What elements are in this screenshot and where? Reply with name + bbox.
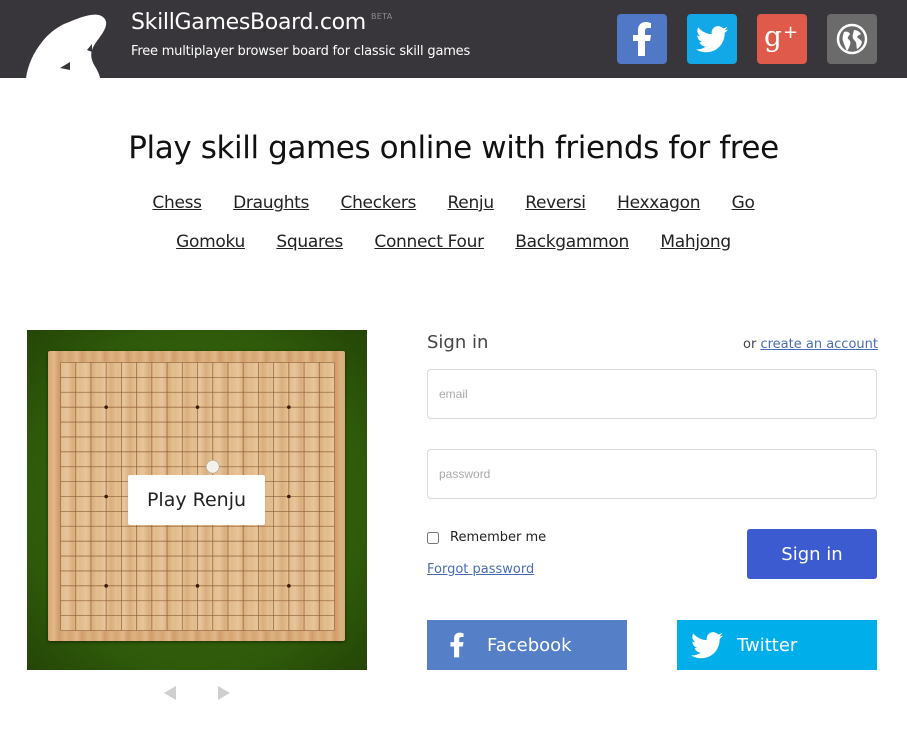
twitter-icon [696,25,728,52]
game-link-reversi[interactable]: Reversi [525,193,586,213]
facebook-login-button[interactable]: Facebook [427,620,627,670]
game-link-mahjong[interactable]: Mahjong [660,232,731,252]
game-link-gomoku[interactable]: Gomoku [176,232,245,252]
twitter-icon [677,631,737,659]
create-account-link[interactable]: create an account [760,337,878,352]
game-link-hexxagon[interactable]: Hexxagon [617,193,700,213]
language-button[interactable] [827,14,877,64]
create-account-prompt: or create an account [743,337,878,352]
site-header: SkillGamesBoard.com BETA Free multiplaye… [0,0,907,78]
game-link-checkers[interactable]: Checkers [341,193,417,213]
forgot-password-link[interactable]: Forgot password [427,562,534,577]
game-link-go[interactable]: Go [732,193,755,213]
game-link-renju[interactable]: Renju [448,193,495,213]
game-link-squares[interactable]: Squares [276,232,343,252]
twitter-login-button[interactable]: Twitter [677,620,877,670]
thinker-logo-icon[interactable] [26,12,110,78]
facebook-share-button[interactable] [617,14,667,64]
beta-badge: BETA [371,12,393,21]
play-game-button[interactable]: Play Renju [128,475,265,525]
games-nav-row-2: Gomoku Squares Connect Four Backgammon M… [0,232,907,252]
google-plus-share-button[interactable]: g + [757,14,807,64]
facebook-icon [633,22,651,56]
facebook-icon [427,629,487,661]
sign-in-button[interactable]: Sign in [747,529,877,579]
white-stone [205,459,220,474]
remember-me-label: Remember me [450,530,547,545]
hero-title: Play skill games online with friends for… [128,130,779,166]
google-plus-icon: g + [764,22,798,53]
carousel-next-arrow-icon[interactable] [218,686,230,700]
games-nav-row-1: Chess Draughts Checkers Renju Reversi He… [0,193,907,213]
twitter-login-label: Twitter [737,634,798,656]
svg-text:g: g [764,22,782,53]
game-link-connect-four[interactable]: Connect Four [374,232,484,252]
site-title[interactable]: SkillGamesBoard.com [131,10,366,35]
remember-me-checkbox[interactable] [427,531,439,544]
carousel-prev-arrow-icon[interactable] [164,686,176,700]
signin-title: Sign in [427,332,489,353]
email-field[interactable] [427,369,877,419]
star-point [104,494,108,499]
password-field[interactable] [427,449,877,499]
star-point [287,405,291,409]
facebook-login-label: Facebook [487,634,572,656]
star-point [287,494,291,499]
star-point [287,584,291,588]
remember-me[interactable]: Remember me [427,530,546,545]
globe-icon [836,23,868,55]
game-link-chess[interactable]: Chess [152,193,202,213]
star-point [104,405,108,409]
or-label: or [743,337,757,352]
star-point [195,584,200,588]
svg-text:+: + [783,22,798,43]
star-point [195,405,200,409]
game-link-backgammon[interactable]: Backgammon [515,232,629,252]
game-link-draughts[interactable]: Draughts [233,193,309,213]
site-tagline: Free multiplayer browser board for class… [131,44,471,59]
star-point [104,584,108,588]
twitter-share-button[interactable] [687,14,737,64]
